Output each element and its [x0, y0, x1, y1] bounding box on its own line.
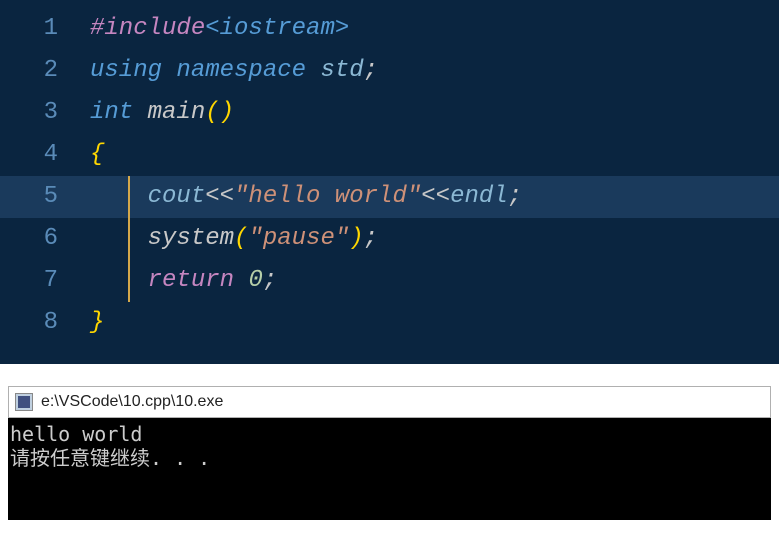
code-content: cout<<"hello world"<<endl;	[90, 176, 522, 218]
code-content: }	[90, 302, 104, 344]
code-line[interactable]: 2 using namespace std;	[0, 50, 779, 92]
console-window: e:\VSCode\10.cpp\10.exe hello world 请按任意…	[8, 386, 771, 520]
line-number: 1	[0, 8, 90, 50]
line-number: 2	[0, 50, 90, 92]
code-line[interactable]: 6 system("pause");	[0, 218, 779, 260]
console-title: e:\VSCode\10.cpp\10.exe	[41, 393, 223, 411]
line-number: 7	[0, 260, 90, 302]
line-number: 4	[0, 134, 90, 176]
code-line[interactable]: 3 int main()	[0, 92, 779, 134]
console-line: hello world	[10, 422, 142, 446]
code-content: #include<iostream>	[90, 8, 349, 50]
line-number: 3	[0, 92, 90, 134]
console-titlebar[interactable]: e:\VSCode\10.cpp\10.exe	[8, 386, 771, 418]
code-line-active[interactable]: 5 cout<<"hello world"<<endl;	[0, 176, 779, 218]
console-line: 请按任意键继续. . .	[10, 446, 210, 470]
code-content: {	[90, 134, 104, 176]
code-line[interactable]: 7 return 0;	[0, 260, 779, 302]
console-icon	[15, 393, 33, 411]
code-line[interactable]: 8 }	[0, 302, 779, 344]
code-editor[interactable]: 1 #include<iostream> 2 using namespace s…	[0, 0, 779, 364]
console-output[interactable]: hello world 请按任意键继续. . .	[8, 418, 771, 520]
code-line[interactable]: 1 #include<iostream>	[0, 8, 779, 50]
line-number: 5	[0, 176, 90, 218]
code-content: system("pause");	[90, 218, 378, 260]
line-number: 6	[0, 218, 90, 260]
code-content: int main()	[90, 92, 234, 134]
code-content: using namespace std;	[90, 50, 378, 92]
code-line[interactable]: 4 {	[0, 134, 779, 176]
code-content: return 0;	[90, 260, 277, 302]
line-number: 8	[0, 302, 90, 344]
